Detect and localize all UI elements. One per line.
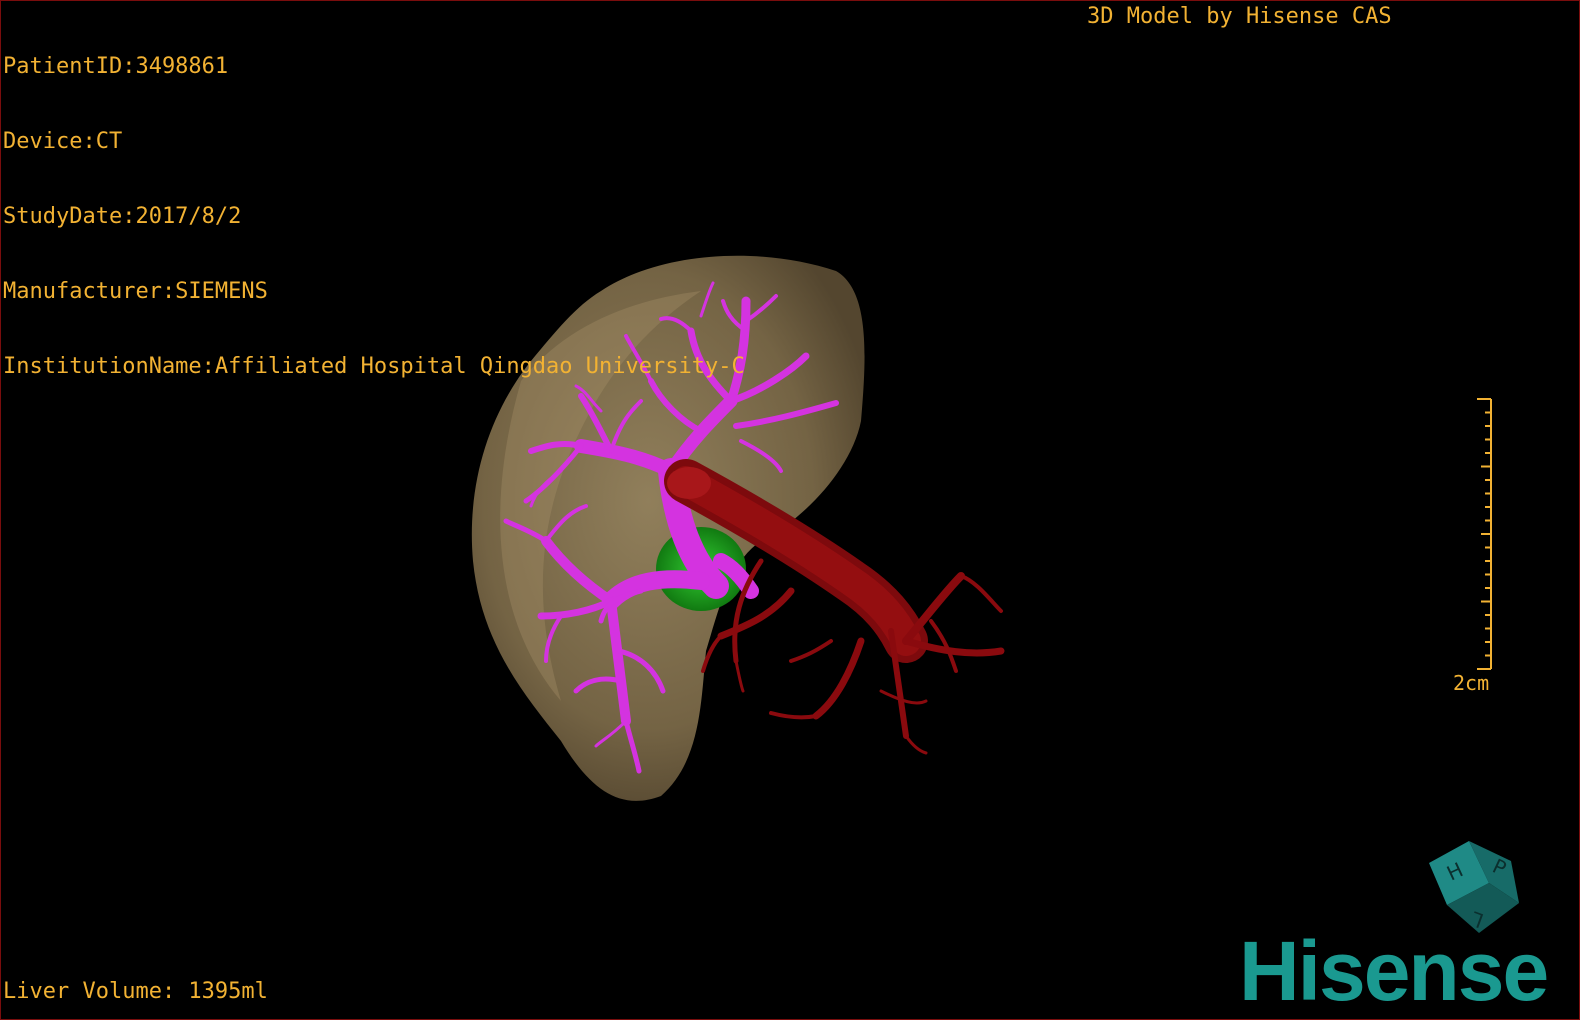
vessel-cap xyxy=(667,467,711,499)
patient-id: PatientID:3498861 xyxy=(3,54,229,79)
model-credit: 3D Model by Hisense CAS xyxy=(1087,4,1392,29)
3d-viewport[interactable]: PatientID:3498861 Device:CT StudyDate:20… xyxy=(0,0,1580,1020)
scale-label: 2cm xyxy=(1453,671,1490,695)
study-info: PatientID:3498861 Device:CT StudyDate:20… xyxy=(3,4,745,429)
hisense-logo: Hisense xyxy=(1239,924,1549,1018)
institution-name: InstitutionName:Affiliated Hospital Qing… xyxy=(3,354,745,379)
study-date: StudyDate:2017/8/2 xyxy=(3,204,242,229)
artery-tree xyxy=(664,459,1005,755)
device: Device:CT xyxy=(3,129,123,154)
liver-volume: Liver Volume: 1395ml xyxy=(3,979,268,1004)
manufacturer: Manufacturer:SIEMENS xyxy=(3,279,268,304)
